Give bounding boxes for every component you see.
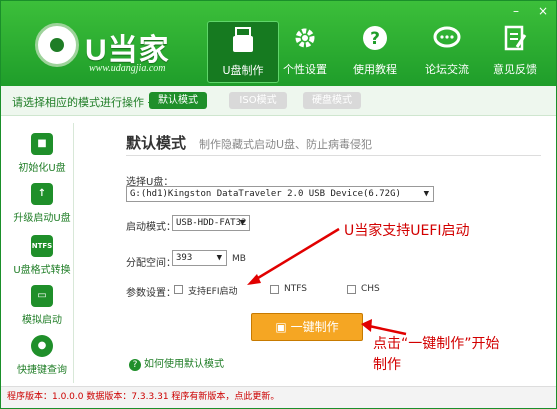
status-bar[interactable]: 程序版本：1.0.0.0 数据版本：7.3.3.31 程序有新版本，点此更新。 (1, 386, 556, 408)
make-annotation: 点击“一键制作”开始制作 (373, 336, 500, 373)
uefi-annotation: U当家支持UEFI启动 (344, 223, 470, 239)
app-window: – × U当家 www.udangjia.com U盘制作 个性设置 ? 使用教… (0, 0, 557, 409)
